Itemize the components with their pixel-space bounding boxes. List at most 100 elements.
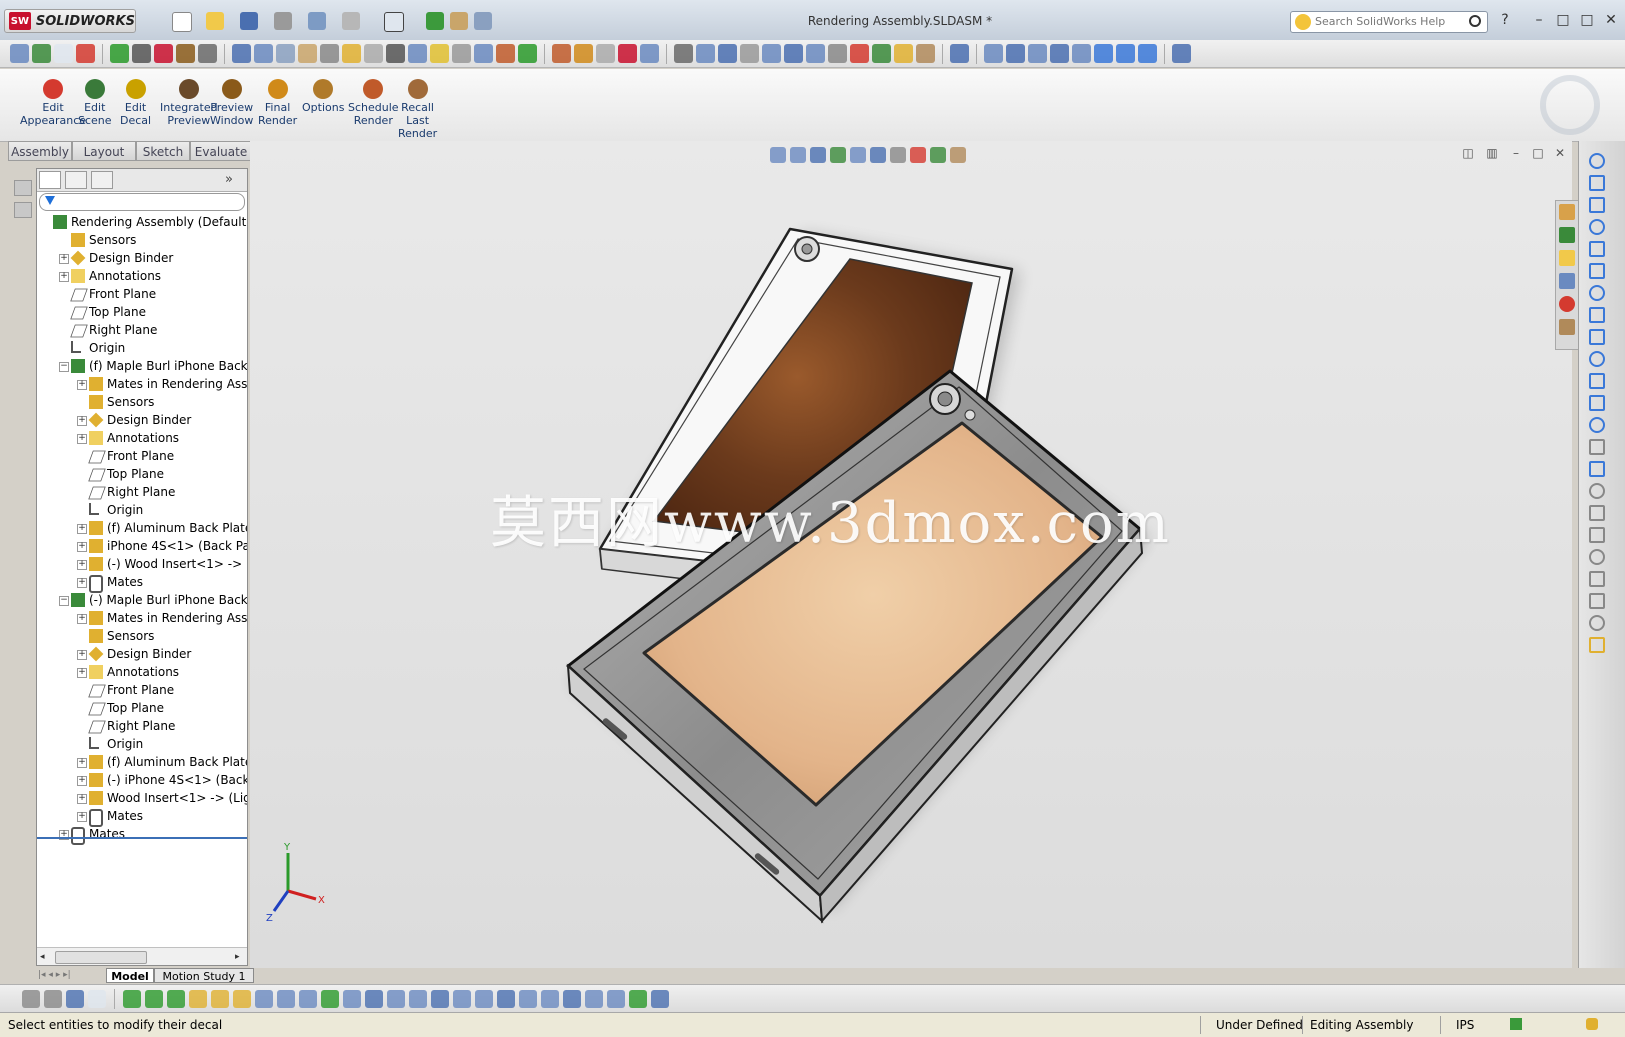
sketch-tool-icon[interactable] bbox=[1589, 615, 1605, 631]
tab-evaluate[interactable]: Evaluate bbox=[190, 141, 252, 161]
selection-filter-icon[interactable] bbox=[211, 989, 229, 1008]
toolbar-tool-icon[interactable] bbox=[54, 44, 73, 63]
selection-filter-icon[interactable] bbox=[321, 989, 339, 1008]
toolbar-tool-icon[interactable] bbox=[1172, 44, 1191, 63]
toolbar-tool-icon[interactable] bbox=[640, 44, 659, 63]
tree-item[interactable]: Top Plane bbox=[37, 303, 247, 321]
viewport-restore-button[interactable]: □ bbox=[1530, 146, 1546, 160]
sketch-tool-icon[interactable] bbox=[1589, 351, 1605, 367]
horizontal-scrollbar[interactable]: ◂ ▸ bbox=[37, 947, 247, 965]
toolbar-tool-icon[interactable] bbox=[298, 44, 317, 63]
toolbar-tool-icon[interactable] bbox=[110, 44, 129, 63]
selection-filter-icon[interactable] bbox=[233, 989, 251, 1008]
expand-icon[interactable]: + bbox=[77, 542, 87, 552]
tree-item[interactable]: Top Plane bbox=[37, 699, 247, 717]
expand-icon[interactable]: + bbox=[77, 758, 87, 768]
tree-item[interactable]: + Mates bbox=[37, 573, 247, 593]
toolbar-tool-icon[interactable] bbox=[1072, 44, 1091, 63]
selection-filter-icon[interactable] bbox=[453, 989, 471, 1008]
tab-assembly[interactable]: Assembly bbox=[8, 141, 72, 161]
selection-filter-icon[interactable] bbox=[66, 989, 84, 1008]
sketch-tool-icon[interactable] bbox=[1589, 593, 1605, 609]
toolbar-tool-icon[interactable] bbox=[1116, 44, 1135, 63]
cmd-decal-button[interactable]: Edit Decal bbox=[120, 79, 151, 127]
tree-item[interactable]: + Design Binder bbox=[37, 645, 247, 663]
feature-tree-tab-icon[interactable] bbox=[39, 171, 61, 189]
toolbar-tool-icon[interactable] bbox=[828, 44, 847, 63]
selection-filter-icon[interactable] bbox=[22, 989, 40, 1008]
file-explorer-icon[interactable] bbox=[1559, 250, 1575, 266]
toolbar-tool-icon[interactable] bbox=[496, 44, 515, 63]
tree-item[interactable]: + (f) Aluminum Back Plate<1> bbox=[37, 753, 247, 771]
selection-filter-icon[interactable] bbox=[123, 989, 141, 1008]
toolbar-tool-icon[interactable] bbox=[342, 44, 361, 63]
restore-button[interactable]: □ bbox=[1552, 10, 1574, 30]
sketch-tool-icon[interactable] bbox=[1589, 527, 1605, 543]
print-icon[interactable] bbox=[274, 12, 292, 30]
toolbar-tool-icon[interactable] bbox=[430, 44, 449, 63]
selection-filter-icon[interactable] bbox=[44, 989, 62, 1008]
cmd-recall-render-button[interactable]: Recall Last Render bbox=[398, 79, 437, 140]
selection-filter-icon[interactable] bbox=[629, 989, 647, 1008]
expand-panel-icon[interactable]: » bbox=[225, 172, 233, 187]
tree-item[interactable]: + Design Binder bbox=[37, 249, 247, 267]
open-folder-icon[interactable] bbox=[206, 12, 224, 30]
tree-item[interactable]: + iPhone 4S<1> (Back Panel R bbox=[37, 537, 247, 555]
tab-sketch[interactable]: Sketch bbox=[136, 141, 190, 161]
view-tool-icon[interactable] bbox=[790, 147, 806, 163]
tree-item[interactable]: + Annotations bbox=[37, 429, 247, 447]
sketch-tool-icon[interactable] bbox=[1589, 439, 1605, 455]
selection-filter-icon[interactable] bbox=[343, 989, 361, 1008]
toolbar-tool-icon[interactable] bbox=[552, 44, 571, 63]
tree-item[interactable]: Right Plane bbox=[37, 321, 247, 339]
sketch-tool-icon[interactable] bbox=[1589, 263, 1605, 279]
tree-item[interactable]: Sensors bbox=[37, 231, 247, 249]
home-icon[interactable] bbox=[1559, 204, 1575, 220]
cmd-final-render-button[interactable]: Final Render bbox=[258, 79, 297, 127]
toolbar-tool-icon[interactable] bbox=[894, 44, 913, 63]
selection-filter-icon[interactable] bbox=[563, 989, 581, 1008]
tree-item[interactable]: Front Plane bbox=[37, 681, 247, 699]
expand-icon[interactable]: + bbox=[77, 524, 87, 534]
toolbar-tool-icon[interactable] bbox=[596, 44, 615, 63]
design-library-icon[interactable] bbox=[1559, 227, 1575, 243]
tree-item[interactable]: − (-) Maple Burl iPhone Back Repl bbox=[37, 591, 247, 609]
selection-filter-icon[interactable] bbox=[651, 989, 669, 1008]
sketch-tool-icon[interactable] bbox=[1589, 461, 1605, 477]
toolbar-tool-icon[interactable] bbox=[1138, 44, 1157, 63]
expand-icon[interactable]: + bbox=[77, 416, 87, 426]
toolbar-tool-icon[interactable] bbox=[76, 44, 95, 63]
save-icon[interactable] bbox=[240, 12, 258, 30]
view-tool-icon[interactable] bbox=[830, 147, 846, 163]
selection-filter-icon[interactable] bbox=[497, 989, 515, 1008]
view-tool-icon[interactable] bbox=[770, 147, 786, 163]
tree-item[interactable]: + Mates in Rendering Assembl bbox=[37, 609, 247, 627]
sketch-tool-icon[interactable] bbox=[1589, 285, 1605, 301]
sketch-tab-icon[interactable] bbox=[14, 180, 32, 196]
expand-icon[interactable]: + bbox=[77, 668, 87, 678]
toolbar-tool-icon[interactable] bbox=[984, 44, 1003, 63]
toolbar-tool-icon[interactable] bbox=[452, 44, 471, 63]
tree-item[interactable]: Origin bbox=[37, 735, 247, 753]
selection-filter-icon[interactable] bbox=[409, 989, 427, 1008]
help-icon[interactable]: ? bbox=[1494, 10, 1516, 30]
sketch-tool-icon[interactable] bbox=[1589, 307, 1605, 323]
toolbar-tool-icon[interactable] bbox=[618, 44, 637, 63]
toolbar-tool-icon[interactable] bbox=[574, 44, 593, 63]
front-phone-model[interactable] bbox=[566, 369, 1148, 924]
selection-filter-icon[interactable] bbox=[519, 989, 537, 1008]
toolbar-tool-icon[interactable] bbox=[740, 44, 759, 63]
expand-icon[interactable]: + bbox=[77, 434, 87, 444]
close-button[interactable]: ✕ bbox=[1600, 10, 1622, 30]
tree-item[interactable]: Origin bbox=[37, 501, 247, 519]
notification-icon[interactable] bbox=[1586, 1018, 1598, 1030]
sketch-tool-icon[interactable] bbox=[1589, 197, 1605, 213]
toolbar-tool-icon[interactable] bbox=[474, 44, 493, 63]
appearances-icon[interactable] bbox=[1559, 296, 1575, 312]
feature-tree-filter[interactable] bbox=[39, 193, 245, 211]
tree-item[interactable]: + Wood Insert<1> -> (Light<D bbox=[37, 789, 247, 807]
tree-item[interactable]: Front Plane bbox=[37, 447, 247, 465]
selection-filter-icon[interactable] bbox=[299, 989, 317, 1008]
help-status-icon[interactable] bbox=[1510, 1018, 1522, 1030]
tree-item[interactable]: Origin bbox=[37, 339, 247, 357]
